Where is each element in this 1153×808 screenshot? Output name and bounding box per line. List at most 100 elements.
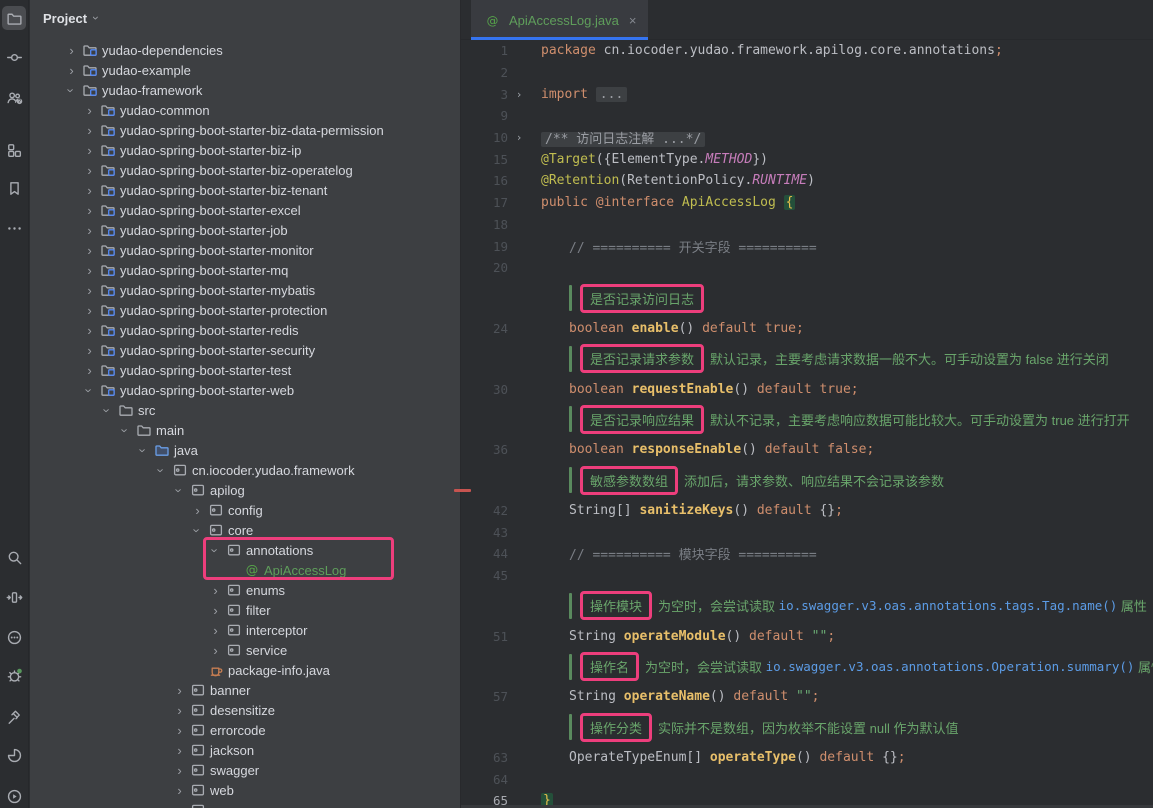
editor-gutter[interactable]: 44 [461, 543, 541, 565]
chevron-right-icon[interactable]: › [63, 64, 80, 77]
line-number[interactable]: 51 [461, 629, 508, 644]
editor-gutter[interactable]: 10› [461, 127, 541, 149]
chevron-right-icon[interactable]: › [81, 324, 98, 337]
line-number[interactable]: 19 [461, 239, 508, 254]
code-line[interactable]: 24boolean enable() default true; [461, 318, 1153, 340]
pull-requests-icon[interactable]: ? [2, 85, 26, 109]
chevron-right-icon[interactable]: › [189, 504, 206, 517]
line-number[interactable]: 24 [461, 321, 508, 336]
code-line[interactable]: 51String operateModule() default ""; [461, 625, 1153, 647]
code-editor[interactable]: 1package cn.iocoder.yudao.framework.apil… [461, 40, 1153, 808]
code-line[interactable]: 44// ========== 模块字段 ========== [461, 543, 1153, 565]
chevron-right-icon[interactable]: › [81, 164, 98, 177]
more-tools-icon[interactable] [2, 216, 26, 240]
tree-item-yudao-spring-boot-starter-test[interactable]: ›yudao-spring-boot-starter-test [30, 360, 460, 380]
code-line[interactable]: 64 [461, 768, 1153, 790]
tree-item-yudao-spring-boot-starter-web[interactable]: ›yudao-spring-boot-starter-web [30, 380, 460, 400]
tree-item-web[interactable]: ›web [30, 780, 460, 800]
code-line[interactable]: 15@Target({ElementType.METHOD}) [461, 148, 1153, 170]
chevron-down-icon[interactable]: › [135, 444, 152, 457]
editor-gutter[interactable]: 24 [461, 318, 541, 340]
code-line[interactable]: 30boolean requestEnable() default true; [461, 378, 1153, 400]
editor-gutter[interactable]: 15 [461, 148, 541, 170]
tree-item-yudao-example[interactable]: ›yudao-example [30, 60, 460, 80]
chevron-right-icon[interactable]: › [207, 604, 224, 617]
chevron-right-icon[interactable]: › [171, 764, 188, 777]
build-icon[interactable] [2, 705, 26, 729]
fold-arrow-icon[interactable]: › [508, 88, 530, 101]
tree-item-cn-iocoder-yudao-framework[interactable]: ›cn.iocoder.yudao.framework [30, 460, 460, 480]
project-tree[interactable]: ›yudao-dependencies›yudao-example ›yudao-… [30, 40, 460, 808]
tree-item-yudao-spring-boot-starter-mybatis[interactable]: ›yudao-spring-boot-starter-mybatis [30, 280, 460, 300]
chevron-right-icon[interactable]: › [63, 44, 80, 57]
tree-item-swagger[interactable]: ›swagger [30, 760, 460, 780]
line-number[interactable]: 64 [461, 772, 508, 787]
chevron-down-icon[interactable]: › [81, 384, 98, 397]
tree-item-interceptor[interactable]: ›interceptor [30, 620, 460, 640]
editor-gutter[interactable]: 64 [461, 768, 541, 790]
tree-item-apilog[interactable]: ›apilog [30, 480, 460, 500]
tree-item-yudao-spring-boot-starter-biz-data-permission[interactable]: ›yudao-spring-boot-starter-biz-data-perm… [30, 120, 460, 140]
editor-gutter[interactable]: 18 [461, 214, 541, 236]
rendered-doc-comment[interactable]: 操作分类实际并不是数组，因为枚举不能设置 null 作为默认值 [461, 708, 1153, 747]
editor-gutter[interactable]: 42 [461, 500, 541, 522]
editor-gutter[interactable]: 16 [461, 170, 541, 192]
tree-item-yudao-spring-boot-starter-mq[interactable]: ›yudao-spring-boot-starter-mq [30, 260, 460, 280]
chevron-right-icon[interactable]: › [81, 224, 98, 237]
code-line[interactable]: 42String[] sanitizeKeys() default {}; [461, 500, 1153, 522]
line-number[interactable]: 20 [461, 260, 508, 275]
line-number[interactable]: 44 [461, 546, 508, 561]
coverage-icon[interactable] [2, 743, 26, 767]
doc-code-reference[interactable]: io.swagger.v3.oas.annotations.tags.Tag.n… [779, 598, 1118, 613]
chevron-right-icon[interactable]: › [81, 284, 98, 297]
search-icon[interactable] [2, 545, 26, 569]
editor-gutter[interactable]: 57 [461, 686, 541, 708]
chevron-down-icon[interactable]: › [63, 84, 80, 97]
editor-gutter[interactable]: 63 [461, 747, 541, 769]
chevron-right-icon[interactable]: › [81, 144, 98, 157]
chevron-right-icon[interactable]: › [81, 264, 98, 277]
tree-item-desensitize[interactable]: ›desensitize [30, 700, 460, 720]
chevron-right-icon[interactable]: › [81, 364, 98, 377]
chevron-right-icon[interactable]: › [207, 584, 224, 597]
chevron-down-icon[interactable]: › [117, 424, 134, 437]
line-number[interactable]: 15 [461, 152, 508, 167]
tree-item-config[interactable]: ›config [30, 500, 460, 520]
chevron-right-icon[interactable]: › [171, 744, 188, 757]
editor-gutter[interactable]: 9 [461, 105, 541, 127]
editor-gutter[interactable]: 1 [461, 40, 541, 62]
tree-item-core[interactable]: ›core [30, 520, 460, 540]
tree-item-yudao-spring-boot-starter-redis[interactable]: ›yudao-spring-boot-starter-redis [30, 320, 460, 340]
editor-gutter[interactable]: 2 [461, 62, 541, 84]
code-line[interactable]: 20 [461, 257, 1153, 279]
tree-item-main[interactable]: ›main [30, 420, 460, 440]
line-number[interactable]: 2 [461, 65, 508, 80]
tree-item-yudao-spring-boot-starter-biz-ip[interactable]: ›yudao-spring-boot-starter-biz-ip [30, 140, 460, 160]
tree-item-xss[interactable]: ›xss [30, 800, 460, 808]
chevron-right-icon[interactable]: › [207, 644, 224, 657]
code-line[interactable]: 19// ========== 开关字段 ========== [461, 235, 1153, 257]
tree-item-package-info-java[interactable]: package-info.java [30, 660, 460, 680]
tree-item-yudao-dependencies[interactable]: ›yudao-dependencies [30, 40, 460, 60]
line-number[interactable]: 16 [461, 173, 508, 188]
tree-item-yudao-spring-boot-starter-protection[interactable]: ›yudao-spring-boot-starter-protection [30, 300, 460, 320]
line-number[interactable]: 36 [461, 442, 508, 457]
commit-icon[interactable] [2, 45, 26, 69]
line-number[interactable]: 63 [461, 750, 508, 765]
tree-item-banner[interactable]: ›banner [30, 680, 460, 700]
tree-item-java[interactable]: ›java [30, 440, 460, 460]
chevron-down-icon[interactable]: › [189, 524, 206, 537]
line-number[interactable]: 10 [461, 130, 508, 145]
tree-item-apiaccesslog[interactable]: @ApiAccessLog [30, 560, 460, 580]
line-number[interactable]: 1 [461, 43, 508, 58]
line-number[interactable]: 30 [461, 382, 508, 397]
tree-item-yudao-spring-boot-starter-biz-tenant[interactable]: ›yudao-spring-boot-starter-biz-tenant [30, 180, 460, 200]
tree-item-errorcode[interactable]: ›errorcode [30, 720, 460, 740]
tree-item-yudao-spring-boot-starter-monitor[interactable]: ›yudao-spring-boot-starter-monitor [30, 240, 460, 260]
structure-icon[interactable] [2, 138, 26, 162]
chevron-right-icon[interactable]: › [81, 184, 98, 197]
code-line[interactable]: 1package cn.iocoder.yudao.framework.apil… [461, 40, 1153, 62]
editor-gutter[interactable]: 45 [461, 565, 541, 587]
todo-icon[interactable] [2, 625, 26, 649]
code-line[interactable]: 10›/** 访问日志注解 ...*/ [461, 127, 1153, 149]
